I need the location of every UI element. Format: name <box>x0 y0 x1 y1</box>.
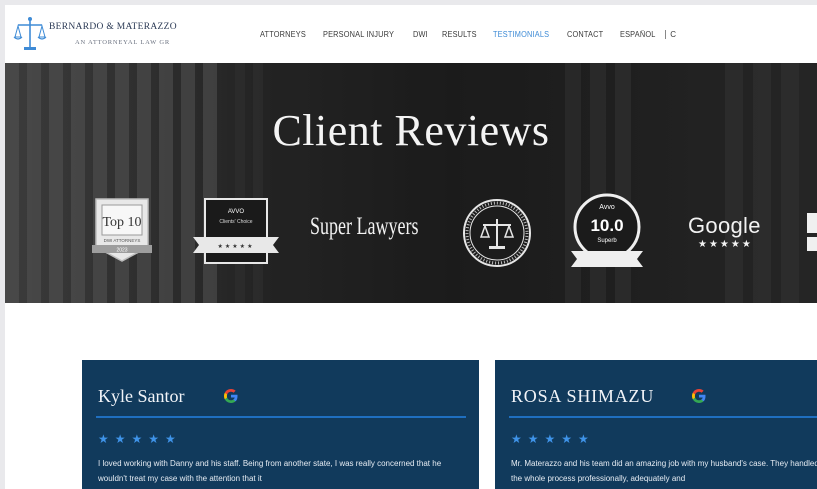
main-nav: ATTORNEYS PERSONAL INJURY DWI RESULTS TE… <box>260 26 676 42</box>
nav-dwi[interactable]: DWI <box>413 30 428 39</box>
top-10-badge: Top 10 DWI ATTORNEYS 2023 <box>92 198 152 262</box>
top10-badge-ribbon: 2023 <box>116 248 127 254</box>
nav-contact[interactable]: CONTACT <box>567 30 603 39</box>
google-g-icon <box>692 389 706 403</box>
page: BERNARDO & MATERAZZO AN ATTORNEYAL LAW G… <box>5 5 817 489</box>
courthouse-pillars-background <box>5 63 817 303</box>
partial-badge-right <box>807 213 817 251</box>
clients-choice-line1: AVVO <box>228 209 245 215</box>
site-header: BERNARDO & MATERAZZO AN ATTORNEYAL LAW G… <box>5 5 817 63</box>
review-text: I loved working with Danny and his staff… <box>98 459 442 483</box>
review-card: ROSA SHIMAZU ★★★★★ Mr. Materazzo and his… <box>495 360 817 489</box>
firm-logo[interactable]: BERNARDO & MATERAZZO AN ATTORNEYAL LAW G… <box>13 15 213 55</box>
logo-tagline: AN ATTORNEYAL LAW GR <box>75 39 170 46</box>
clients-choice-line2: Clients' Choice <box>219 219 252 225</box>
clients-choice-badge: AVVO Clients' Choice ★★★★★ <box>193 198 279 264</box>
nav-espanol[interactable]: ESPAÑOL <box>620 30 656 39</box>
avvo-badge-subtitle: Superb <box>597 238 617 244</box>
bar-association-seal <box>463 199 531 267</box>
rating-stars: ★★★★★ <box>98 432 182 446</box>
nav-results[interactable]: RESULTS <box>442 30 477 39</box>
review-text: Mr. Materazzo and his team did an amazin… <box>511 459 817 483</box>
top10-badge-subtitle: DWI ATTORNEYS <box>104 238 141 243</box>
card-divider <box>96 416 466 418</box>
nav-attorneys[interactable]: ATTORNEYS <box>260 30 306 39</box>
review-card: Kyle Santor ★★★★★ I loved working with D… <box>82 360 479 489</box>
google-g-icon <box>224 389 238 403</box>
scales-of-justice-icon <box>13 17 47 50</box>
nav-phone-link[interactable]: C <box>670 30 676 39</box>
google-rating-stars: ★★★★★ <box>698 239 753 250</box>
rating-stars: ★★★★★ <box>511 432 595 446</box>
page-title: Client Reviews <box>272 106 550 155</box>
avvo-badge-label: Avvo <box>599 204 615 211</box>
google-reviews-logo: Google <box>688 213 761 238</box>
card-divider <box>509 416 817 418</box>
nav-testimonials[interactable]: TESTIMONIALS <box>493 30 549 39</box>
logo-firm-name: BERNARDO & MATERAZZO <box>49 22 177 32</box>
hero-banner: Client Reviews Top 10 DWI ATTORNEYS 2023… <box>5 63 817 303</box>
nav-divider <box>665 29 667 39</box>
avvo-rating-badge: Avvo 10.0 Superb <box>571 193 643 267</box>
nav-personal-injury[interactable]: PERSONAL INJURY <box>323 30 394 39</box>
svg-text:★★★★★: ★★★★★ <box>218 243 255 250</box>
reviewer-name: ROSA SHIMAZU <box>511 386 655 406</box>
super-lawyers-logo: Super Lawyers <box>310 213 419 240</box>
top10-badge-title: Top 10 <box>102 215 141 230</box>
avvo-badge-rating: 10.0 <box>590 216 623 235</box>
reviewer-name: Kyle Santor <box>98 386 185 406</box>
